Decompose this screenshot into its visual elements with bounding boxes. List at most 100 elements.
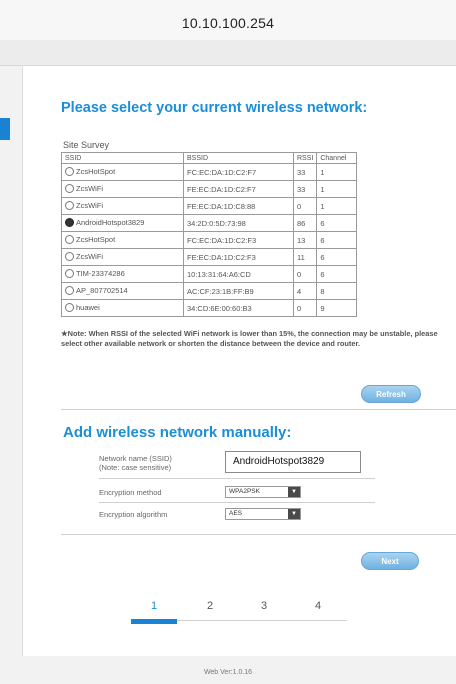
form-divider xyxy=(99,478,375,479)
encryption-algorithm-label: Encryption algorithm xyxy=(99,510,168,519)
table-row[interactable]: ZcsHotSpot FC:EC:DA:1D:C2:F7 33 1 xyxy=(61,163,358,181)
encryption-method-label: Encryption method xyxy=(99,488,162,497)
channel-cell: 6 xyxy=(316,231,358,249)
rssi-cell: 0 xyxy=(292,299,318,317)
step-progress-bar xyxy=(131,619,177,624)
channel-cell: 9 xyxy=(316,299,358,317)
ssid-text: ZcsHotSpot xyxy=(76,167,116,177)
rssi-cell: 33 xyxy=(292,180,318,198)
network-radio[interactable] xyxy=(65,166,74,176)
divider xyxy=(61,534,456,535)
rssi-cell: 13 xyxy=(292,231,318,249)
rssi-note: ★Note: When RSSI of the selected WiFi ne… xyxy=(61,329,438,348)
table-row[interactable]: ZcsWiFi FE:EC:DA:1D:C8:88 0 1 xyxy=(61,197,358,215)
rssi-cell: 4 xyxy=(292,282,318,300)
table-header-row: SSID BSSID RSSI Channel xyxy=(61,152,358,164)
ssid-cell: ZcsWiFi xyxy=(61,248,184,266)
encryption-method-select[interactable]: WPA2PSK ▼ xyxy=(225,486,301,498)
step-2: 2 xyxy=(207,600,214,612)
table-row[interactable]: huawei 34:CD:6E:00:60:B3 0 9 xyxy=(61,299,358,317)
dropdown-arrow-icon: ▼ xyxy=(288,509,300,519)
network-radio[interactable] xyxy=(65,183,74,193)
encryption-method-value: WPA2PSK xyxy=(229,488,260,495)
survey-heading: Please select your current wireless netw… xyxy=(61,100,368,116)
table-row[interactable]: TIM-23374286 10:13:31:64:A6:CD 0 6 xyxy=(61,265,358,283)
column-channel: Channel xyxy=(316,152,358,164)
encryption-algorithm-value: AES xyxy=(229,510,243,517)
form-divider xyxy=(99,502,375,503)
dropdown-arrow-icon: ▼ xyxy=(288,487,300,497)
channel-cell: 6 xyxy=(316,265,358,283)
channel-cell: 6 xyxy=(316,248,358,266)
side-accent-tab xyxy=(0,118,10,140)
table-row[interactable]: ZcsWiFi FE:EC:DA:1D:C2:F3 11 6 xyxy=(61,248,358,266)
network-radio[interactable] xyxy=(65,234,74,244)
network-radio[interactable] xyxy=(65,251,74,261)
step-1: 1 xyxy=(151,600,158,612)
refresh-button[interactable]: Refresh xyxy=(361,385,421,403)
channel-cell: 1 xyxy=(316,163,358,181)
column-ssid: SSID xyxy=(61,152,184,164)
bssid-cell: 34:CD:6E:00:60:B3 xyxy=(183,299,294,317)
rssi-cell: 11 xyxy=(292,248,318,266)
ssid-text: huawei xyxy=(76,303,100,313)
channel-cell: 8 xyxy=(316,282,358,300)
ssid-label-text: Network name (SSID) xyxy=(99,454,172,463)
network-radio[interactable] xyxy=(65,302,74,312)
rssi-cell: 0 xyxy=(292,265,318,283)
ssid-field-label: Network name (SSID) (Note: case sensitiv… xyxy=(99,454,172,472)
network-radio[interactable] xyxy=(65,268,74,278)
network-radio[interactable] xyxy=(65,217,74,227)
rssi-cell: 0 xyxy=(292,197,318,215)
address-bar[interactable]: 10.10.100.254 xyxy=(0,0,456,40)
ssid-cell: AndroidHotspot3829 xyxy=(61,214,184,232)
encryption-algorithm-select[interactable]: AES ▼ xyxy=(225,508,301,520)
site-survey-scroll[interactable]: SSID BSSID RSSI Channel ZcsHotSpot FC:EC:… xyxy=(61,152,407,328)
ssid-text: TIM-23374286 xyxy=(76,269,125,279)
bssid-cell: AC:CF:23:1B:FF:B9 xyxy=(183,282,294,300)
ssid-text: ZcsHotSpot xyxy=(76,235,116,245)
browser-toolbar xyxy=(0,40,456,66)
table-row[interactable]: AndroidHotspot3829 34:2D:0:5D:73:98 86 6 xyxy=(61,214,358,232)
ssid-cell: ZcsHotSpot xyxy=(61,163,184,181)
network-radio[interactable] xyxy=(65,285,74,295)
url-text: 10.10.100.254 xyxy=(181,15,275,31)
rssi-cell: 33 xyxy=(292,163,318,181)
table-row[interactable]: AP_807702514 AC:CF:23:1B:FF:B9 4 8 xyxy=(61,282,358,300)
ssid-text: ZcsWiFi xyxy=(76,201,104,211)
network-radio[interactable] xyxy=(65,200,74,210)
ssid-cell: AP_807702514 xyxy=(61,282,184,300)
ssid-label-note: (Note: case sensitive) xyxy=(99,463,172,472)
bssid-cell: 10:13:31:64:A6:CD xyxy=(183,265,294,283)
divider xyxy=(61,409,456,410)
next-button[interactable]: Next xyxy=(361,552,419,570)
ssid-text: AP_807702514 xyxy=(76,286,128,296)
bssid-cell: FC:EC:DA:1D:C2:F3 xyxy=(183,231,294,249)
ssid-cell: ZcsWiFi xyxy=(61,197,184,215)
bssid-cell: FE:EC:DA:1D:C2:F3 xyxy=(183,248,294,266)
rssi-cell: 86 xyxy=(292,214,318,232)
bssid-cell: 34:2D:0:5D:73:98 xyxy=(183,214,294,232)
ssid-cell: ZcsHotSpot xyxy=(61,231,184,249)
setup-page: Please select your current wireless netw… xyxy=(22,66,456,656)
ssid-text: AndroidHotspot3829 xyxy=(76,218,145,228)
channel-cell: 1 xyxy=(316,197,358,215)
column-rssi: RSSI xyxy=(292,152,318,164)
bssid-cell: FC:EC:DA:1D:C2:F7 xyxy=(183,163,294,181)
table-row[interactable]: ZcsWiFi FE:EC:DA:1D:C2:F7 33 1 xyxy=(61,180,358,198)
table-row[interactable]: ZcsHotSpot FC:EC:DA:1D:C2:F3 13 6 xyxy=(61,231,358,249)
ssid-cell: TIM-23374286 xyxy=(61,265,184,283)
ssid-text: ZcsWiFi xyxy=(76,252,104,262)
version-text: Web Ver:1.0.16 xyxy=(203,669,253,676)
step-3: 3 xyxy=(261,600,268,612)
site-survey-label: Site Survey xyxy=(63,140,110,150)
ssid-cell: huawei xyxy=(61,299,184,317)
step-indicator: 1 2 3 4 xyxy=(131,600,347,624)
site-survey-rows: ZcsHotSpot FC:EC:DA:1D:C2:F7 33 1 ZcsWiFi FE:… xyxy=(61,163,358,317)
bssid-cell: FE:EC:DA:1D:C8:88 xyxy=(183,197,294,215)
site-survey-table: SSID BSSID RSSI Channel ZcsHotSpot FC:EC:… xyxy=(61,152,358,317)
ssid-input[interactable]: AndroidHotspot3829 xyxy=(225,451,361,473)
channel-cell: 1 xyxy=(316,180,358,198)
channel-cell: 6 xyxy=(316,214,358,232)
step-4: 4 xyxy=(315,600,322,612)
